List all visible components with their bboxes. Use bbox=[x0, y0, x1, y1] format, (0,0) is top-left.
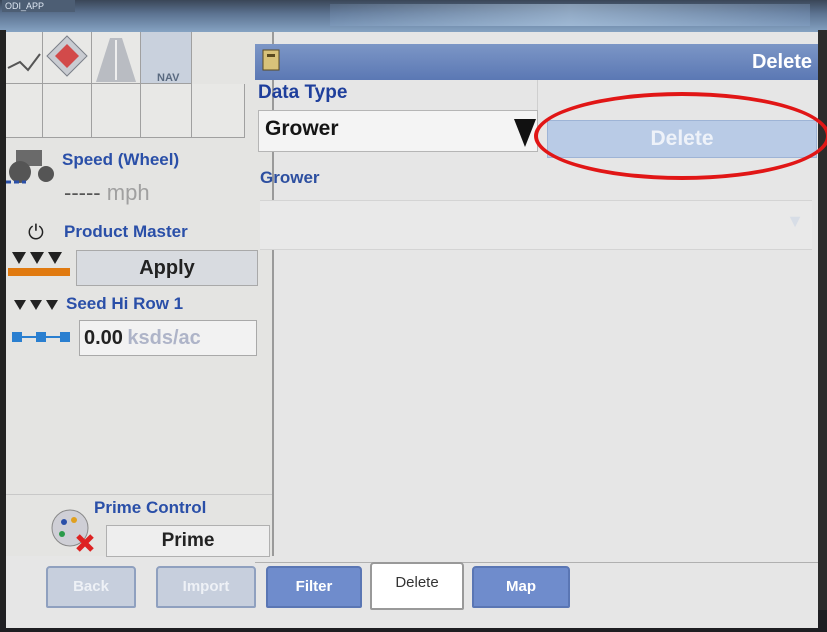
divider bbox=[6, 494, 272, 495]
prime-control-title: Prime Control bbox=[94, 498, 207, 517]
empty-cell bbox=[43, 84, 92, 138]
planter-icon bbox=[8, 250, 72, 283]
page-icon bbox=[261, 48, 283, 72]
dropdown-arrow-icon[interactable] bbox=[514, 119, 536, 147]
field-boundary-icon[interactable] bbox=[6, 32, 43, 84]
speed-unit: mph bbox=[106, 180, 150, 205]
empty-cell bbox=[192, 84, 245, 138]
grower-select[interactable]: ▼ bbox=[260, 200, 812, 250]
power-icon: ⏻ bbox=[28, 222, 44, 244]
tab-import[interactable]: Import bbox=[156, 566, 256, 608]
quick-icon-grid: NAV bbox=[6, 32, 245, 138]
speed-value: ----- bbox=[64, 180, 101, 205]
prime-button[interactable]: Prime bbox=[106, 525, 270, 557]
window-title: ODI_APP bbox=[2, 0, 75, 12]
empty-cell bbox=[6, 84, 43, 138]
road-guidance-icon[interactable] bbox=[92, 32, 141, 84]
data-type-select[interactable]: Grower bbox=[258, 110, 538, 152]
seed-rate-readout: 0.00 ksds/ac bbox=[79, 320, 257, 356]
seed-unit: ksds/ac bbox=[127, 327, 201, 349]
tab-back[interactable]: Back bbox=[46, 566, 136, 608]
speed-title: Speed (Wheel) bbox=[62, 150, 180, 169]
tab-map[interactable]: Map bbox=[472, 566, 570, 608]
empty-cell bbox=[92, 84, 141, 138]
empty-cell bbox=[141, 84, 192, 138]
speed-readout: ----- mph bbox=[64, 180, 150, 206]
prime-icon bbox=[44, 502, 100, 561]
compass-icon[interactable] bbox=[43, 32, 92, 84]
screen-glare bbox=[330, 4, 810, 26]
nav-icon[interactable]: NAV bbox=[141, 32, 192, 84]
grower-label: Grower bbox=[260, 168, 320, 187]
tractor-icon bbox=[6, 144, 62, 189]
tab-delete[interactable]: Delete bbox=[370, 562, 464, 610]
left-status-panel: NAV Speed (Wheel) ----- mph ⏻ Product Ma… bbox=[6, 32, 274, 557]
annotation-circle bbox=[534, 92, 827, 180]
page-header: Delete bbox=[255, 44, 818, 80]
tab-filter[interactable]: Filter bbox=[266, 566, 362, 608]
page-title: Delete bbox=[751, 51, 812, 73]
terminal-screen: NAV Speed (Wheel) ----- mph ⏻ Product Ma… bbox=[6, 32, 827, 628]
planter-row-icon bbox=[12, 330, 78, 349]
seed-title: Seed Hi Row 1 bbox=[66, 294, 184, 313]
monitor-bezel-top: ODI_APP bbox=[0, 0, 827, 34]
data-type-label: Data Type bbox=[258, 82, 348, 103]
apply-button[interactable]: Apply bbox=[76, 250, 258, 286]
chevron-down-icon[interactable]: ▼ bbox=[786, 211, 804, 232]
data-type-value: Grower bbox=[265, 117, 339, 140]
seed-value: 0.00 bbox=[84, 327, 123, 349]
tab-baseline bbox=[255, 562, 818, 563]
seed-rows-icon bbox=[8, 296, 72, 321]
nav-label: NAV bbox=[157, 72, 180, 84]
product-master-title: Product Master bbox=[64, 222, 188, 241]
